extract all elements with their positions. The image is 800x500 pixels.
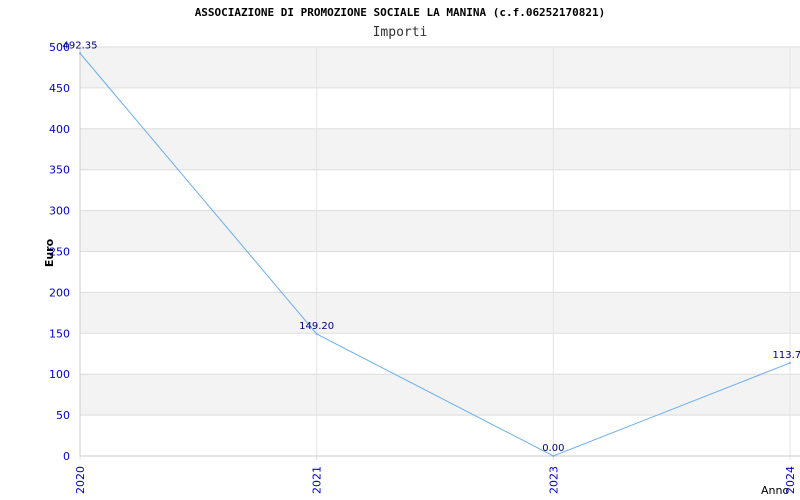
data-label: 113.74 [773,350,800,361]
grid-band [80,333,800,375]
data-point [789,361,791,364]
x-tick-label: 2023 [547,466,560,494]
data-point [79,52,81,55]
y-tick-label: 350 [49,164,70,177]
line-chart: 050100150200250300350400450500 2020 2021 2… [43,40,800,497]
grid-band [80,128,800,170]
grid-band [80,169,800,211]
y-tick-label: 0 [63,450,70,463]
data-point [552,455,555,457]
y-tick-label: 450 [49,82,70,95]
data-label: 0.00 [542,443,564,454]
y-tick-label: 400 [49,123,70,136]
grid-band [80,251,800,293]
x-tick-label: 2021 [311,466,324,494]
x-tick-label: 2020 [74,466,87,494]
x-axis-label: Anno [761,484,789,497]
data-label: 492.35 [63,40,98,51]
grid-band [80,415,800,456]
y-tick-label: 300 [49,205,70,218]
grid-band [80,292,800,334]
data-label: 149.20 [299,321,334,332]
y-tick-label: 200 [49,286,70,299]
y-tick-label: 50 [56,409,70,422]
grid-band [80,87,800,129]
data-point [315,332,318,335]
grid-band [80,47,800,88]
y-tick-label: 150 [49,327,70,340]
y-tick-label: 100 [49,368,70,381]
y-axis-label: Euro [43,238,56,267]
grid-band [80,374,800,416]
grid-band [80,210,800,252]
